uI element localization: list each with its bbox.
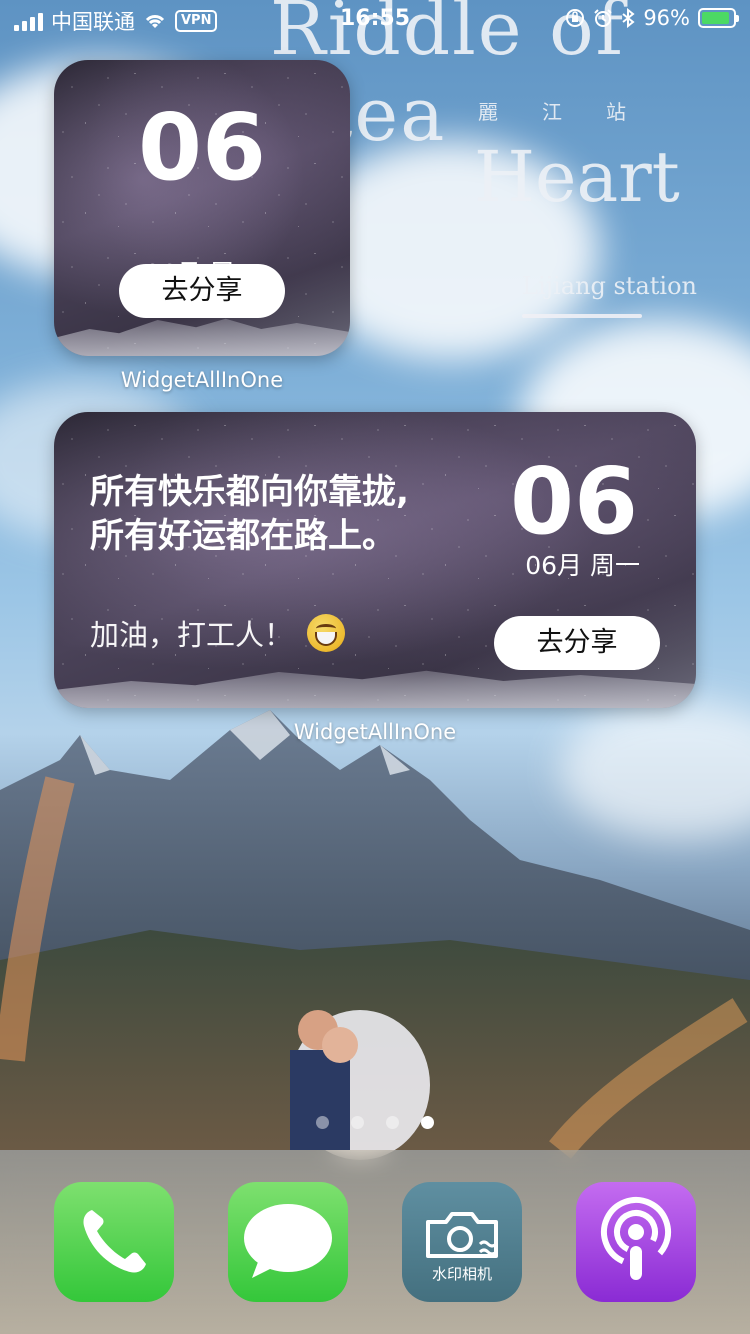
page-dot[interactable] bbox=[316, 1116, 329, 1129]
widget-app-label: WidgetAllInOne bbox=[293, 720, 457, 744]
poster-heart: Heart bbox=[474, 136, 680, 218]
poster-underline bbox=[522, 314, 642, 318]
widget-quote: 所有快乐都向你靠拢, 所有好运都在路上。 bbox=[90, 470, 409, 558]
widget-day-number: 06 bbox=[137, 94, 267, 201]
widget-date-line: 06月 周一 bbox=[525, 551, 640, 580]
page-dot[interactable] bbox=[386, 1116, 399, 1129]
battery-icon bbox=[698, 8, 739, 28]
message-bubble-icon bbox=[244, 1204, 332, 1278]
date-widget-medium[interactable]: 所有快乐都向你靠拢, 所有好运都在路上。 加油，打工人！ 06 06月 周一 去… bbox=[54, 412, 696, 708]
messages-app-icon[interactable] bbox=[228, 1182, 348, 1302]
widget-app-label: WidgetAllInOne bbox=[120, 368, 284, 392]
page-dot-active[interactable] bbox=[421, 1116, 434, 1129]
phone-icon bbox=[83, 1210, 146, 1273]
poster-station: Lijiang station bbox=[522, 272, 697, 300]
battery-percent: 96% bbox=[643, 6, 690, 30]
alarm-icon bbox=[594, 9, 613, 27]
podcast-icon bbox=[601, 1197, 671, 1280]
page-dot[interactable] bbox=[351, 1116, 364, 1129]
widget-day-number: 06 bbox=[509, 448, 638, 555]
page-indicator[interactable] bbox=[0, 1116, 750, 1129]
podcasts-app-icon[interactable] bbox=[576, 1182, 696, 1302]
date-widget-small[interactable]: 06 06月 周一 去分享 bbox=[54, 60, 350, 356]
share-button[interactable]: 去分享 bbox=[119, 264, 285, 318]
poster-subtitle: 麗 江 站 bbox=[478, 100, 638, 124]
cheer-text: 加油，打工人！ bbox=[90, 618, 294, 652]
watermark-camera-label: 水印相机 bbox=[431, 1265, 492, 1283]
share-button[interactable]: 去分享 bbox=[494, 616, 660, 670]
widget-cheer: 加油，打工人！ bbox=[90, 612, 346, 654]
orientation-lock-icon bbox=[566, 9, 585, 27]
status-bar: 中国联通 VPN 16:55 96% bbox=[0, 0, 750, 40]
dock: 水印相机 bbox=[0, 1150, 750, 1334]
phone-app-icon[interactable] bbox=[54, 1182, 174, 1302]
bluetooth-icon bbox=[622, 8, 635, 28]
quote-line-1: 所有快乐都向你靠拢, bbox=[90, 472, 409, 512]
quote-line-2: 所有好运都在路上。 bbox=[90, 516, 396, 556]
grinning-face-emoji-icon bbox=[307, 614, 346, 652]
camera-icon bbox=[426, 1212, 498, 1258]
watermark-camera-app-icon[interactable]: 水印相机 bbox=[402, 1182, 522, 1302]
